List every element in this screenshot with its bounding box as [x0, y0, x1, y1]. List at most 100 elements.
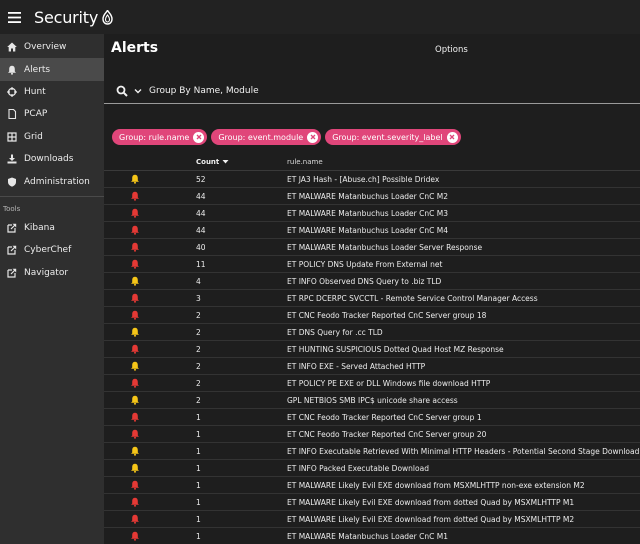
- sidebar-item-kibana[interactable]: Kibana: [0, 217, 104, 239]
- table-row[interactable]: 4 ET INFO Observed DNS Query to .biz TLD: [104, 273, 640, 290]
- table-row[interactable]: 2 GPL NETBIOS SMB IPC$ unicode share acce…: [104, 392, 640, 409]
- rule-name[interactable]: ET INFO EXE - Served Attached HTTP: [287, 362, 425, 371]
- table-row[interactable]: 1 ET MALWARE Likely Evil EXE download fro…: [104, 511, 640, 528]
- rule-name[interactable]: ET MALWARE Matanbuchus Loader CnC M4: [287, 226, 448, 235]
- table-row[interactable]: 3 ET RPC DCERPC SVCCTL - Remote Service C…: [104, 290, 640, 307]
- column-header-count[interactable]: Count: [196, 158, 229, 166]
- menu-icon[interactable]: [0, 0, 28, 34]
- rule-name[interactable]: ET HUNTING SUSPICIOUS Dotted Quad Host M…: [287, 345, 504, 354]
- rule-name[interactable]: ET MALWARE Likely Evil EXE download from…: [287, 498, 574, 507]
- close-icon[interactable]: [193, 131, 205, 143]
- rule-name[interactable]: GPL NETBIOS SMB IPC$ unicode share acces…: [287, 396, 458, 405]
- brand-logo[interactable]: Security: [34, 8, 115, 27]
- bell-icon: [131, 446, 139, 456]
- bell-icon: [131, 480, 139, 490]
- sidebar: Overview Alerts Hunt PCAP Grid Downloads…: [0, 34, 104, 544]
- table-row[interactable]: 2 ET DNS Query for .cc TLD: [104, 324, 640, 341]
- sidebar-item-label: Alerts: [24, 64, 51, 75]
- sidebar-item-navigator[interactable]: Navigator: [0, 262, 104, 284]
- column-header-label: Count: [196, 157, 220, 166]
- alert-count: 4: [196, 277, 201, 286]
- rule-name[interactable]: ET POLICY PE EXE or DLL Windows file dow…: [287, 379, 490, 388]
- external-link-icon: [6, 244, 18, 256]
- rule-name[interactable]: ET MALWARE Matanbuchus Loader CnC M2: [287, 192, 448, 201]
- table-row[interactable]: 1 ET MALWARE Likely Evil EXE download fro…: [104, 494, 640, 511]
- rule-name[interactable]: ET CNC Feodo Tracker Reported CnC Server…: [287, 413, 482, 422]
- sidebar-item-overview[interactable]: Overview: [0, 36, 104, 58]
- table-row[interactable]: 40 ET MALWARE Matanbuchus Loader Server R…: [104, 239, 640, 256]
- rule-name[interactable]: ET INFO Executable Retrieved With Minima…: [287, 447, 639, 456]
- tools-heading: Tools: [3, 204, 21, 213]
- sidebar-item-grid[interactable]: Grid: [0, 126, 104, 148]
- table-row[interactable]: 2 ET POLICY PE EXE or DLL Windows file do…: [104, 375, 640, 392]
- close-icon[interactable]: [446, 131, 458, 143]
- home-icon: [6, 41, 18, 53]
- table-row[interactable]: 44 ET MALWARE Matanbuchus Loader CnC M2: [104, 188, 640, 205]
- group-chips: Group: rule.name Group: event.module Gro…: [112, 129, 461, 145]
- sidebar-item-hunt[interactable]: Hunt: [0, 81, 104, 103]
- bell-icon: [131, 225, 139, 235]
- alert-count: 2: [196, 362, 201, 371]
- rule-name[interactable]: ET POLICY DNS Update From External net: [287, 260, 442, 269]
- close-icon[interactable]: [307, 131, 319, 143]
- query-input[interactable]: Group By Name, Module: [149, 86, 640, 96]
- table-row[interactable]: 44 ET MALWARE Matanbuchus Loader CnC M4: [104, 222, 640, 239]
- alert-count: 44: [196, 226, 206, 235]
- sidebar-divider: [0, 195, 104, 197]
- table-row[interactable]: 52 ET JA3 Hash - [Abuse.ch] Possible Drid…: [104, 171, 640, 188]
- alert-count: 2: [196, 396, 201, 405]
- table-row[interactable]: 1 ET CNC Feodo Tracker Reported CnC Serve…: [104, 426, 640, 443]
- chip-group-event-severity-label[interactable]: Group: event.severity_label: [325, 129, 461, 145]
- rule-name[interactable]: ET INFO Packed Executable Download: [287, 464, 429, 473]
- rule-name[interactable]: ET MALWARE Matanbuchus Loader Server Res…: [287, 243, 482, 252]
- rule-name[interactable]: ET DNS Query for .cc TLD: [287, 328, 383, 337]
- table-row[interactable]: 2 ET CNC Feodo Tracker Reported CnC Serve…: [104, 307, 640, 324]
- search-icon[interactable]: [116, 85, 128, 97]
- chip-label: Group: rule.name: [119, 132, 190, 142]
- sidebar-item-cyberchef[interactable]: CyberChef: [0, 239, 104, 261]
- bell-icon: [131, 463, 139, 473]
- bell-icon: [131, 361, 139, 371]
- sidebar-item-alerts[interactable]: Alerts: [0, 58, 104, 81]
- rule-name[interactable]: ET INFO Observed DNS Query to .biz TLD: [287, 277, 441, 286]
- bell-icon: [131, 344, 139, 354]
- table-row[interactable]: 1 ET CNC Feodo Tracker Reported CnC Serve…: [104, 409, 640, 426]
- rule-name[interactable]: ET CNC Feodo Tracker Reported CnC Server…: [287, 430, 486, 439]
- bell-icon: [131, 497, 139, 507]
- rule-name[interactable]: ET CNC Feodo Tracker Reported CnC Server…: [287, 311, 486, 320]
- table-row[interactable]: 1 ET MALWARE Likely Evil EXE download fro…: [104, 477, 640, 494]
- table-row[interactable]: 2 ET INFO EXE - Served Attached HTTP: [104, 358, 640, 375]
- brand-text: Security: [34, 7, 99, 27]
- alert-count: 1: [196, 447, 201, 456]
- onion-logo-icon: [100, 9, 115, 25]
- chevron-down-icon[interactable]: [133, 86, 143, 96]
- table-row[interactable]: 1 ET INFO Packed Executable Download: [104, 460, 640, 477]
- sidebar-item-downloads[interactable]: Downloads: [0, 148, 104, 170]
- table-row[interactable]: 1 ET MALWARE Matanbuchus Loader CnC M1: [104, 528, 640, 544]
- bell-icon: [131, 514, 139, 524]
- bell-icon: [131, 327, 139, 337]
- bell-icon: [131, 259, 139, 269]
- sidebar-item-label: Overview: [24, 42, 67, 53]
- sidebar-item-pcap[interactable]: PCAP: [0, 103, 104, 125]
- table-row[interactable]: 1 ET INFO Executable Retrieved With Minim…: [104, 443, 640, 460]
- alert-count: 44: [196, 192, 206, 201]
- sidebar-item-label: Navigator: [24, 267, 69, 278]
- sidebar-item-administration[interactable]: Administration: [0, 170, 104, 192]
- rule-name[interactable]: ET RPC DCERPC SVCCTL - Remote Service Co…: [287, 294, 538, 303]
- table-row[interactable]: 44 ET MALWARE Matanbuchus Loader CnC M3: [104, 205, 640, 222]
- rule-name[interactable]: ET MALWARE Matanbuchus Loader CnC M1: [287, 532, 448, 541]
- chip-group-rule-name[interactable]: Group: rule.name: [112, 129, 208, 145]
- rule-name[interactable]: ET JA3 Hash - [Abuse.ch] Possible Dridex: [287, 175, 439, 184]
- table-row[interactable]: 2 ET HUNTING SUSPICIOUS Dotted Quad Host …: [104, 341, 640, 358]
- rule-name[interactable]: ET MALWARE Matanbuchus Loader CnC M3: [287, 209, 448, 218]
- column-header-rule-name[interactable]: rule.name: [287, 158, 323, 166]
- rule-name[interactable]: ET MALWARE Likely Evil EXE download from…: [287, 481, 585, 490]
- chip-group-event-module[interactable]: Group: event.module: [211, 129, 322, 145]
- rule-name[interactable]: ET MALWARE Likely Evil EXE download from…: [287, 515, 574, 524]
- page-title: Alerts: [111, 40, 159, 56]
- bell-icon: [131, 378, 139, 388]
- table-row[interactable]: 11 ET POLICY DNS Update From External net: [104, 256, 640, 273]
- sort-down-icon: [222, 160, 229, 164]
- tab-options[interactable]: Options: [435, 45, 468, 55]
